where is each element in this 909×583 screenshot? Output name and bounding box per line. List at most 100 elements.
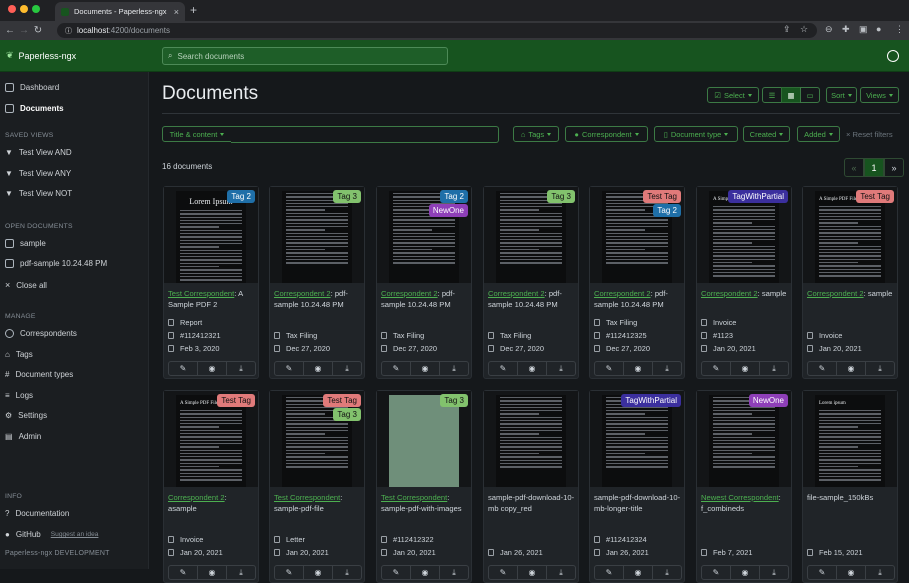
sidebar-item-documentation[interactable]: ? Documentation bbox=[5, 509, 69, 518]
document-card[interactable]: Tag 3 Correspondent 2: pdf-sample 10.24.4… bbox=[483, 186, 579, 379]
new-tab-button[interactable]: + bbox=[190, 3, 197, 17]
close-window-button[interactable] bbox=[8, 5, 16, 13]
edit-button[interactable]: ✎ bbox=[382, 566, 411, 579]
download-button[interactable]: ⤓ bbox=[547, 362, 575, 375]
puzzle-icon[interactable]: ✚ bbox=[842, 24, 850, 35]
edit-button[interactable]: ✎ bbox=[275, 362, 304, 375]
minimize-window-button[interactable] bbox=[20, 5, 28, 13]
document-thumbnail[interactable]: A Simple TagWithPartial bbox=[697, 187, 791, 283]
preview-button[interactable]: ◉ bbox=[411, 362, 440, 375]
search-input[interactable]: ⌕ Search documents bbox=[162, 47, 448, 65]
document-card[interactable]: A Simple TagWithPartial Correspondent 2: s… bbox=[696, 186, 792, 379]
document-thumbnail[interactable]: Lorem ipsum bbox=[803, 391, 897, 487]
correspondent-link[interactable]: Test Correspondent bbox=[168, 289, 234, 298]
document-thumbnail[interactable]: TagWithPartial bbox=[590, 391, 684, 487]
edit-button[interactable]: ✎ bbox=[169, 566, 198, 579]
sidebar-item-correspondents[interactable]: Correspondents bbox=[5, 329, 77, 338]
tag-badge[interactable]: Test Tag bbox=[323, 394, 361, 407]
edit-button[interactable]: ✎ bbox=[489, 362, 518, 375]
edit-button[interactable]: ✎ bbox=[275, 566, 304, 579]
correspondent-link[interactable]: Correspondent 2 bbox=[701, 289, 758, 298]
view-small-cards-button[interactable]: ▦ bbox=[781, 87, 801, 103]
document-card[interactable]: Tag 3 Test Correspondent: sample-pdf-with… bbox=[376, 390, 472, 583]
edit-button[interactable]: ✎ bbox=[489, 566, 518, 579]
forward-icon[interactable]: → bbox=[17, 25, 31, 36]
edit-button[interactable]: ✎ bbox=[808, 566, 837, 579]
correspondent-filter-dropdown[interactable]: ● Correspondent bbox=[565, 126, 648, 142]
sidepanel-icon[interactable]: ▣ bbox=[859, 24, 868, 35]
download-button[interactable]: ⤓ bbox=[227, 566, 255, 579]
tag-badge[interactable]: TagWithPartial bbox=[621, 394, 681, 407]
download-button[interactable]: ⤓ bbox=[333, 566, 361, 579]
preview-button[interactable]: ◉ bbox=[731, 362, 760, 375]
tag-badge[interactable]: Tag 3 bbox=[333, 408, 361, 421]
user-menu-icon[interactable] bbox=[887, 50, 899, 62]
tag-badge[interactable]: NewOne bbox=[748, 394, 788, 407]
edit-button[interactable]: ✎ bbox=[595, 362, 624, 375]
document-card[interactable]: sample-pdf-download-10-mb copy_red Jan 26… bbox=[483, 390, 579, 583]
zoom-window-button[interactable] bbox=[32, 5, 40, 13]
bookmark-star-icon[interactable]: ☆ bbox=[800, 24, 808, 35]
preview-button[interactable]: ◉ bbox=[198, 566, 227, 579]
document-thumbnail[interactable]: Test Tag Tag 2 bbox=[590, 187, 684, 283]
sidebar-item-open-doc[interactable]: sample bbox=[5, 239, 46, 248]
preview-button[interactable]: ◉ bbox=[731, 566, 760, 579]
sidebar-item-saved-view[interactable]: ▼ Test View ANY bbox=[5, 169, 71, 178]
edit-button[interactable]: ✎ bbox=[808, 362, 837, 375]
download-button[interactable]: ⤓ bbox=[333, 362, 361, 375]
sidebar-item-documents[interactable]: Documents bbox=[5, 104, 64, 113]
tag-badge[interactable]: Tag 2 bbox=[653, 204, 681, 217]
next-page-button[interactable]: » bbox=[884, 158, 904, 177]
text-filter-mode-dropdown[interactable]: Title & content bbox=[162, 126, 232, 142]
sidebar-item-document-types[interactable]: # Document types bbox=[5, 370, 73, 379]
download-button[interactable]: ⤓ bbox=[440, 566, 468, 579]
reload-icon[interactable]: ↻ bbox=[31, 25, 45, 36]
back-icon[interactable]: ← bbox=[3, 25, 17, 36]
document-card[interactable]: Tag 3 Correspondent 2: pdf-sample 10.24.4… bbox=[269, 186, 365, 379]
tag-badge[interactable]: Tag 3 bbox=[440, 394, 468, 407]
sidebar-item-dashboard[interactable]: Dashboard bbox=[5, 83, 59, 92]
document-card[interactable]: Lorem Ipsum Tag 2 Test Correspondent: A Sa… bbox=[163, 186, 259, 379]
sidebar-item-open-doc[interactable]: pdf-sample 10.24.48 PM bbox=[5, 259, 107, 268]
correspondent-link[interactable]: Correspondent 2 bbox=[594, 289, 651, 298]
close-tab-icon[interactable]: × bbox=[174, 7, 179, 17]
document-type-filter-dropdown[interactable]: ▯ Document type bbox=[654, 126, 738, 142]
share-icon[interactable]: ⇪ bbox=[783, 24, 791, 35]
preview-button[interactable]: ◉ bbox=[837, 362, 866, 375]
views-dropdown[interactable]: Views bbox=[860, 87, 899, 103]
tag-badge[interactable]: Tag 3 bbox=[333, 190, 361, 203]
extension-icon[interactable]: ⊖ bbox=[825, 24, 833, 35]
prev-page-button[interactable]: « bbox=[844, 158, 864, 177]
address-bar[interactable]: ⓘ localhost:4200/documents bbox=[57, 23, 817, 38]
tag-badge[interactable]: Tag 2 bbox=[227, 190, 255, 203]
document-thumbnail[interactable]: Tag 3 bbox=[270, 187, 364, 283]
sidebar-item-tags[interactable]: ⌂ Tags bbox=[5, 350, 33, 359]
sidebar-item-admin[interactable]: ▤ Admin bbox=[5, 432, 41, 441]
download-button[interactable]: ⤓ bbox=[653, 566, 681, 579]
correspondent-link[interactable]: Test Correspondent bbox=[381, 493, 447, 502]
preview-button[interactable]: ◉ bbox=[624, 566, 653, 579]
menu-kebab-icon[interactable]: ⋮ bbox=[895, 24, 904, 35]
document-card[interactable]: NewOne Newest Correspondent: f_combineds F… bbox=[696, 390, 792, 583]
correspondent-link[interactable]: Test Correspondent bbox=[274, 493, 340, 502]
reset-filters-button[interactable]: × Reset filters bbox=[846, 130, 893, 139]
page-button[interactable]: 1 bbox=[864, 158, 884, 177]
document-card[interactable]: Test Tag Tag 2 Correspondent 2: pdf-sample… bbox=[589, 186, 685, 379]
document-thumbnail[interactable]: Tag 2 NewOne bbox=[377, 187, 471, 283]
edit-button[interactable]: ✎ bbox=[702, 566, 731, 579]
download-button[interactable]: ⤓ bbox=[760, 362, 788, 375]
document-thumbnail[interactable]: Tag 3 bbox=[377, 391, 471, 487]
download-button[interactable]: ⤓ bbox=[866, 362, 894, 375]
created-filter-dropdown[interactable]: Created bbox=[743, 126, 790, 142]
sort-dropdown[interactable]: Sort bbox=[826, 87, 857, 103]
preview-button[interactable]: ◉ bbox=[304, 362, 333, 375]
select-dropdown[interactable]: ☑ Select bbox=[707, 87, 759, 103]
preview-button[interactable]: ◉ bbox=[518, 566, 547, 579]
document-thumbnail[interactable]: A Simple PDF File Test Tag bbox=[803, 187, 897, 283]
browser-tab[interactable]: Documents - Paperless-ngx × bbox=[55, 2, 185, 21]
document-thumbnail[interactable]: A Simple PDF File Test Tag bbox=[164, 391, 258, 487]
download-button[interactable]: ⤓ bbox=[760, 566, 788, 579]
view-list-button[interactable]: ☰ bbox=[762, 87, 782, 103]
sidebar-item-settings[interactable]: ⚙ Settings bbox=[5, 411, 47, 420]
brand-link[interactable]: ❦ Paperless-ngx bbox=[6, 50, 76, 61]
